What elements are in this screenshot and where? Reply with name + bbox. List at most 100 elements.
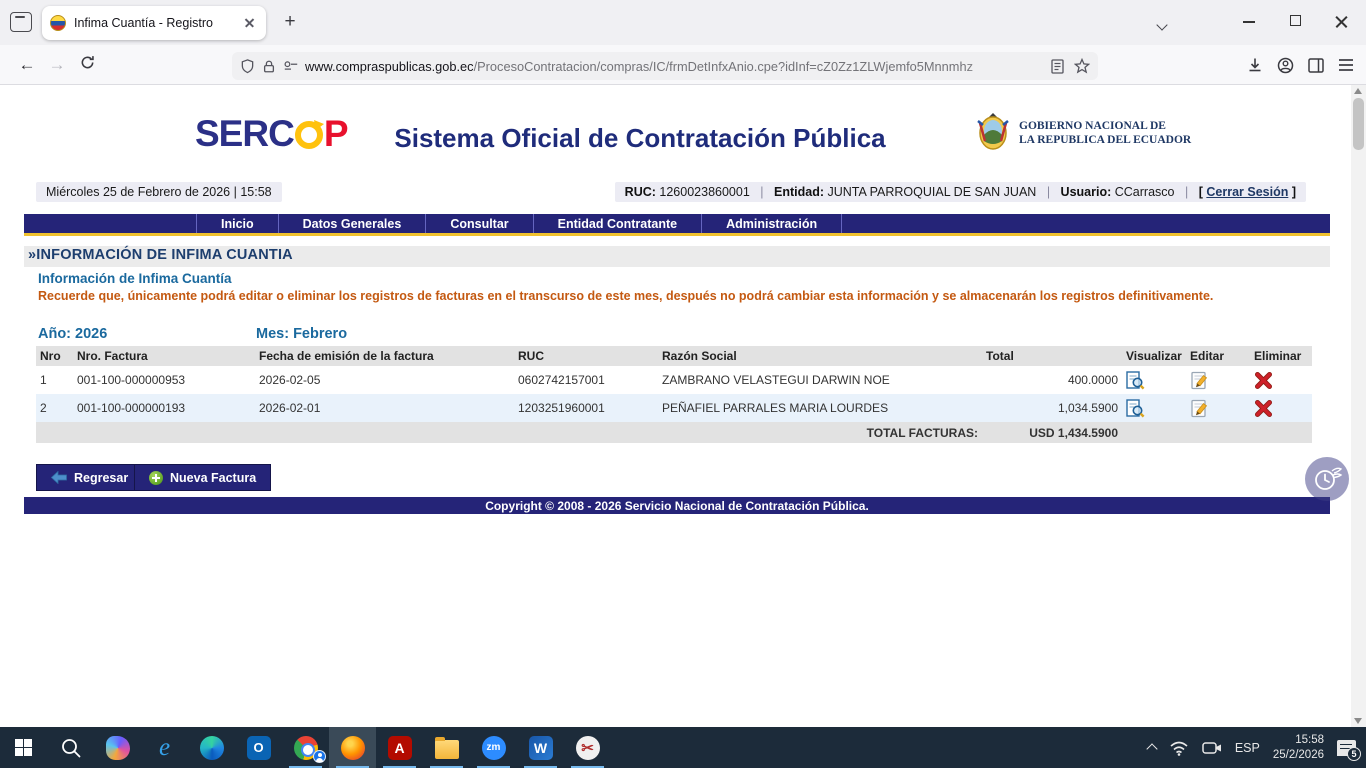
taskbar-date: 25/2/2026 — [1273, 748, 1324, 763]
url-bar[interactable]: www.compraspublicas.gob.ec/ProcesoContra… — [232, 52, 1098, 80]
col-eliminar: Eliminar — [1250, 346, 1312, 366]
edit-invoice-icon[interactable] — [1190, 399, 1209, 418]
outlook-icon: O — [247, 736, 271, 760]
taskbar-outlook-button[interactable]: O — [235, 727, 282, 768]
view-invoice-icon[interactable] — [1126, 399, 1145, 418]
taskbar-search-button[interactable] — [47, 727, 94, 768]
window-maximize-button[interactable] — [1290, 15, 1301, 26]
menu-hamburger-icon[interactable] — [1338, 58, 1354, 72]
language-indicator[interactable]: ESP — [1235, 741, 1260, 755]
logout-link[interactable]: Cerrar Sesión — [1206, 185, 1288, 199]
sidebar-icon[interactable] — [1308, 58, 1324, 73]
taskbar-edge-button[interactable] — [188, 727, 235, 768]
regresar-button[interactable]: Regresar — [36, 464, 143, 491]
nav-item-administracion[interactable]: Administración — [701, 214, 842, 233]
ruc-value: 1260023860001 — [659, 185, 749, 199]
taskbar-chrome-button[interactable] — [282, 727, 329, 768]
col-editar: Editar — [1186, 346, 1250, 366]
scroll-down-icon[interactable] — [1354, 718, 1362, 724]
tab-close-icon[interactable] — [242, 15, 258, 31]
start-button[interactable] — [0, 727, 47, 768]
shield-icon[interactable] — [240, 58, 255, 74]
scrollbar-thumb[interactable] — [1353, 98, 1364, 150]
session-bar: RUC: 1260023860001 | Entidad: JUNTA PARR… — [615, 182, 1306, 202]
nav-item-inicio[interactable]: Inicio — [196, 214, 278, 233]
meet-now-icon[interactable] — [1202, 740, 1222, 756]
cell-razon: PEÑAFIEL PARRALES MARIA LOURDES — [658, 394, 982, 422]
entidad-value: JUNTA PARROQUIAL DE SAN JUAN — [827, 185, 1036, 199]
reader-view-icon[interactable] — [1051, 59, 1064, 74]
total-row: TOTAL FACTURAS: USD 1,434.5900 — [36, 422, 1312, 443]
cell-total: 1,034.5900 — [982, 394, 1122, 422]
permissions-icon[interactable] — [283, 59, 299, 73]
total-label: TOTAL FACTURAS: — [36, 422, 982, 443]
taskbar-acrobat-button[interactable]: A — [376, 727, 423, 768]
taskbar-zoom-button[interactable]: zm — [470, 727, 517, 768]
bookmark-star-icon[interactable] — [1074, 58, 1090, 74]
search-icon — [60, 737, 82, 759]
cell-fecha: 2026-02-01 — [255, 394, 514, 422]
firefox-view-icon[interactable] — [10, 12, 32, 32]
taskbar-file-explorer-button[interactable] — [423, 727, 470, 768]
nav-item-consultar[interactable]: Consultar — [425, 214, 532, 233]
year-label: Año: 2026 — [38, 326, 107, 342]
cell-fecha: 2026-02-05 — [255, 366, 514, 394]
col-ruc: RUC — [514, 346, 658, 366]
taskbar-clock[interactable]: 15:58 25/2/2026 — [1273, 733, 1324, 763]
month-label: Mes: Febrero — [256, 326, 347, 342]
list-all-tabs-icon[interactable] — [1158, 16, 1166, 34]
cell-ruc: 1203251960001 — [514, 394, 658, 422]
taskbar-copilot-button[interactable] — [94, 727, 141, 768]
edge-icon — [200, 736, 224, 760]
nueva-factura-button[interactable]: Nueva Factura — [134, 464, 271, 491]
cell-razon: ZAMBRANO VELASTEGUI DARWIN NOE — [658, 366, 982, 394]
taskbar-internet-explorer-button[interactable]: e — [141, 727, 188, 768]
url-text: www.compraspublicas.gob.ec/ProcesoContra… — [305, 59, 1051, 74]
copyright-footer: Copyright © 2008 - 2026 Servicio Naciona… — [24, 497, 1330, 514]
taskbar-word-button[interactable]: W — [517, 727, 564, 768]
edit-invoice-icon[interactable] — [1190, 371, 1209, 390]
snipping-tool-icon: ✂ — [576, 736, 600, 760]
total-value: USD 1,434.5900 — [982, 422, 1122, 443]
notification-center-icon[interactable]: 5 — [1337, 740, 1356, 756]
taskbar-snipping-button[interactable]: ✂ — [564, 727, 611, 768]
scroll-up-icon[interactable] — [1354, 88, 1362, 94]
page-viewport: SERC P Sistema Oficial de Contratación P… — [0, 85, 1366, 727]
back-button[interactable]: ← — [12, 55, 42, 75]
col-total: Total — [982, 346, 1122, 366]
breadcrumb: »INFORMACIÓN DE INFIMA CUANTIA — [24, 246, 1330, 267]
delete-invoice-icon[interactable] — [1254, 399, 1273, 418]
table-row: 1 001-100-000000953 2026-02-05 060274215… — [36, 366, 1312, 394]
lock-icon[interactable] — [262, 59, 276, 74]
wifi-icon[interactable] — [1169, 740, 1189, 756]
tray-expand-icon[interactable] — [1146, 743, 1157, 754]
zoom-app-icon: zm — [482, 736, 506, 760]
nav-item-entidad-contratante[interactable]: Entidad Contratante — [533, 214, 701, 233]
page-scrollbar[interactable] — [1351, 85, 1366, 727]
new-tab-button[interactable]: + — [278, 10, 302, 34]
window-minimize-button[interactable] — [1243, 21, 1255, 23]
downloads-icon[interactable] — [1247, 57, 1263, 73]
browser-tab[interactable]: Infima Cuantía - Registro — [42, 6, 266, 40]
cell-total: 400.0000 — [982, 366, 1122, 394]
notification-badge: 5 — [1347, 747, 1361, 761]
window-close-button[interactable] — [1334, 14, 1349, 29]
reload-button[interactable] — [72, 55, 102, 75]
cell-nro: 1 — [36, 366, 73, 394]
government-logo-text: GOBIERNO NACIONAL DE LA REPUBLICA DEL EC… — [1019, 119, 1191, 148]
clock-icon — [1311, 463, 1343, 495]
view-invoice-icon[interactable] — [1126, 371, 1145, 390]
windows-taskbar: e O A zm W ✂ ESP 15:58 25/2/2026 5 — [0, 727, 1366, 768]
forward-button[interactable]: → — [42, 55, 72, 75]
acrobat-icon: A — [388, 736, 412, 760]
back-arrow-icon — [51, 471, 67, 484]
floating-clock-widget[interactable] — [1305, 457, 1349, 501]
taskbar-firefox-button[interactable] — [329, 727, 376, 768]
delete-invoice-icon[interactable] — [1254, 371, 1273, 390]
section-title: Información de Infima Cuantía — [38, 271, 232, 286]
account-icon[interactable] — [1277, 57, 1294, 74]
copilot-icon — [106, 736, 130, 760]
nav-item-datos-generales[interactable]: Datos Generales — [278, 214, 426, 233]
datetime-bar: Miércoles 25 de Febrero de 2026 | 15:58 — [36, 182, 282, 202]
browser-tab-bar: Infima Cuantía - Registro + — [0, 0, 1366, 45]
